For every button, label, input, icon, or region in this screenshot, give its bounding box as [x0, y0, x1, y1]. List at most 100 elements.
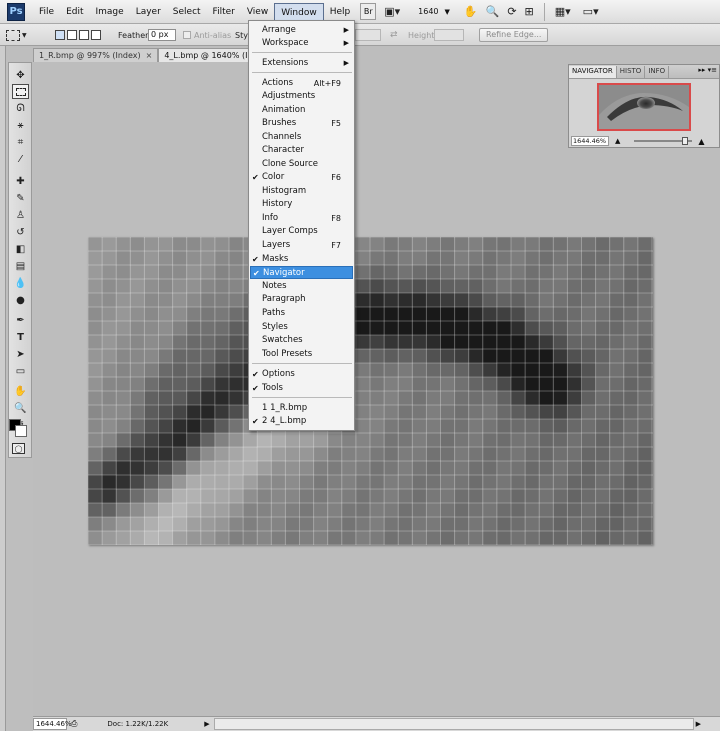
navigator-zoom-slider[interactable] [634, 137, 693, 145]
menu-item-brushes[interactable]: Brushes F5 [250, 117, 353, 130]
subtract-selection-icon[interactable] [79, 30, 89, 40]
menu-window[interactable]: Window [274, 2, 324, 21]
menu-item-swatches[interactable]: Swatches [250, 334, 353, 347]
slider-thumb[interactable] [682, 137, 689, 145]
navigator-zoom-input[interactable]: 1644.46% [571, 136, 609, 146]
rect-marquee-tool-icon[interactable] [12, 84, 29, 99]
menu-item-workspace[interactable]: Workspace ▶ [250, 37, 353, 50]
menu-filter[interactable]: Filter [207, 3, 241, 21]
new-selection-icon[interactable] [55, 30, 65, 40]
menu-item-styles[interactable]: Styles [250, 321, 353, 334]
menu-item-actions[interactable]: Actions Alt+F9 [250, 77, 353, 90]
menu-item-info[interactable]: Info F8 [250, 212, 353, 225]
add-selection-icon[interactable] [67, 30, 77, 40]
move-tool-icon[interactable]: ✥ [12, 68, 29, 83]
antialias-checkbox[interactable]: Anti-alias [183, 27, 231, 43]
menu-edit[interactable]: Edit [60, 3, 89, 21]
menu-item-color[interactable]: ✔ Color F6 [250, 171, 353, 184]
lasso-tool-icon[interactable]: ᘏ [12, 101, 29, 116]
menu-item-character[interactable]: Character [250, 144, 353, 157]
menu-item-adjustments[interactable]: Adjustments [250, 90, 353, 103]
zoom-tool-icon[interactable]: 🔍 [12, 401, 29, 416]
menu-item-masks[interactable]: ✔ Masks [250, 253, 353, 266]
height-input[interactable] [434, 29, 464, 41]
height-label: Height: [408, 30, 438, 40]
menu-item-tool-presets[interactable]: Tool Presets [250, 348, 353, 361]
menu-item-animation[interactable]: Animation [250, 104, 353, 117]
zoom-tool-icon[interactable]: 🔍 [486, 5, 500, 18]
menu-item-paths[interactable]: Paths [250, 307, 353, 320]
eyedropper-tool-icon[interactable]: ⁄ [12, 152, 29, 167]
history-brush-tool-icon[interactable]: ↺ [12, 225, 29, 240]
menu-image[interactable]: Image [90, 3, 130, 21]
pen-tool-icon[interactable]: ✒ [12, 313, 29, 328]
tab-1-r-bmp[interactable]: 1_R.bmp @ 997% (Index) × [33, 48, 159, 62]
width-input[interactable] [355, 29, 381, 41]
shape-tool-icon[interactable]: ▭ [12, 364, 29, 379]
menu-item-clone-source[interactable]: Clone Source [250, 158, 353, 171]
brush-tool-icon[interactable]: ✎ [12, 191, 29, 206]
crop-tool-icon[interactable]: ⌗ [12, 135, 29, 150]
screen-mode-icon[interactable]: ▣▾ [384, 5, 400, 18]
status-menu-arrow-icon[interactable]: ▶ [204, 720, 209, 728]
menu-item-arrange[interactable]: Arrange ▶ [250, 24, 353, 37]
menu-item-history[interactable]: History [250, 198, 353, 211]
scroll-right-icon[interactable]: ▶ [696, 720, 701, 728]
status-info-icon[interactable]: ⎙ [71, 719, 77, 729]
menu-item-paragraph[interactable]: Paragraph [250, 293, 353, 306]
hand-tool-icon[interactable]: ✋ [464, 5, 478, 18]
image-canvas[interactable] [88, 237, 653, 545]
swap-dimensions-icon[interactable]: ⇄ [390, 27, 398, 43]
arrange-documents-icon[interactable]: ▦▾ [555, 5, 571, 18]
dodge-tool-icon[interactable]: ● [12, 293, 29, 308]
menu-item-tools[interactable]: ✔ Tools [250, 382, 353, 395]
magic-wand-tool-icon[interactable]: ⚹ [12, 118, 29, 133]
refine-edge-button[interactable]: Refine Edge... [479, 28, 549, 42]
type-tool-icon[interactable]: T [12, 330, 29, 345]
menu-item-1-1-r-bmp[interactable]: 1 1_R.bmp [250, 402, 353, 415]
intersect-selection-icon[interactable] [91, 30, 101, 40]
menu-item-histogram[interactable]: Histogram [250, 185, 353, 198]
zoom-level-dropdown[interactable]: 1640 ▼ [418, 7, 450, 16]
menu-item-layer-comps[interactable]: Layer Comps [250, 225, 353, 238]
menu-item-notes[interactable]: Notes [250, 280, 353, 293]
screen-mode-toggle-icon[interactable]: ▭▾ [583, 5, 599, 18]
horizontal-scrollbar[interactable] [213, 718, 694, 730]
tool-preset-picker[interactable]: ▼ [6, 27, 27, 43]
tab-histogram[interactable]: HISTO [617, 66, 646, 78]
tab-navigator[interactable]: NAVIGATOR [569, 66, 617, 78]
panel-menu-icon[interactable]: ▸▸ ▾≡ [698, 66, 717, 74]
clone-stamp-tool-icon[interactable]: ♙ [12, 208, 29, 223]
menu-item-label: Workspace [262, 38, 309, 48]
hand-tool-icon[interactable]: ✋ [12, 384, 29, 399]
ruler-icon[interactable]: ⊞ [525, 5, 534, 18]
menu-item-layers[interactable]: Layers F7 [250, 239, 353, 252]
navigator-preview[interactable] [597, 83, 691, 131]
blur-tool-icon[interactable]: 💧 [12, 276, 29, 291]
menu-item-label: Character [262, 145, 304, 155]
menu-help[interactable]: Help [324, 3, 357, 21]
menu-item-extensions[interactable]: Extensions ▶ [250, 57, 353, 70]
menu-item-navigator[interactable]: ✔ Navigator [250, 266, 353, 279]
menu-view[interactable]: View [241, 3, 274, 21]
bridge-button[interactable]: Br [360, 3, 377, 20]
healing-brush-tool-icon[interactable]: ✚ [12, 174, 29, 189]
feather-input[interactable]: 0 px [148, 29, 176, 41]
menu-item-2-4-l-bmp[interactable]: ✔ 2 4_L.bmp [250, 415, 353, 428]
status-zoom-input[interactable]: 1644.46% [33, 718, 72, 730]
menu-layer[interactable]: Layer [130, 3, 167, 21]
zoom-out-icon[interactable]: ▲ [615, 137, 620, 145]
path-selection-tool-icon[interactable]: ➤ [12, 347, 29, 362]
menu-file[interactable]: File [33, 3, 60, 21]
gradient-tool-icon[interactable]: ▤ [12, 259, 29, 274]
tab-info[interactable]: INFO [645, 66, 670, 78]
quick-mask-icon[interactable]: ◯ [12, 443, 25, 454]
menu-item-options[interactable]: ✔ Options [250, 368, 353, 381]
eraser-tool-icon[interactable]: ◧ [12, 242, 29, 257]
menu-item-channels[interactable]: Channels [250, 131, 353, 144]
close-icon[interactable]: × [146, 51, 153, 60]
background-color-swatch[interactable] [15, 425, 27, 437]
zoom-in-icon[interactable]: ▲ [698, 137, 704, 146]
rotate-view-icon[interactable]: ⟳ [507, 5, 516, 18]
menu-select[interactable]: Select [167, 3, 207, 21]
